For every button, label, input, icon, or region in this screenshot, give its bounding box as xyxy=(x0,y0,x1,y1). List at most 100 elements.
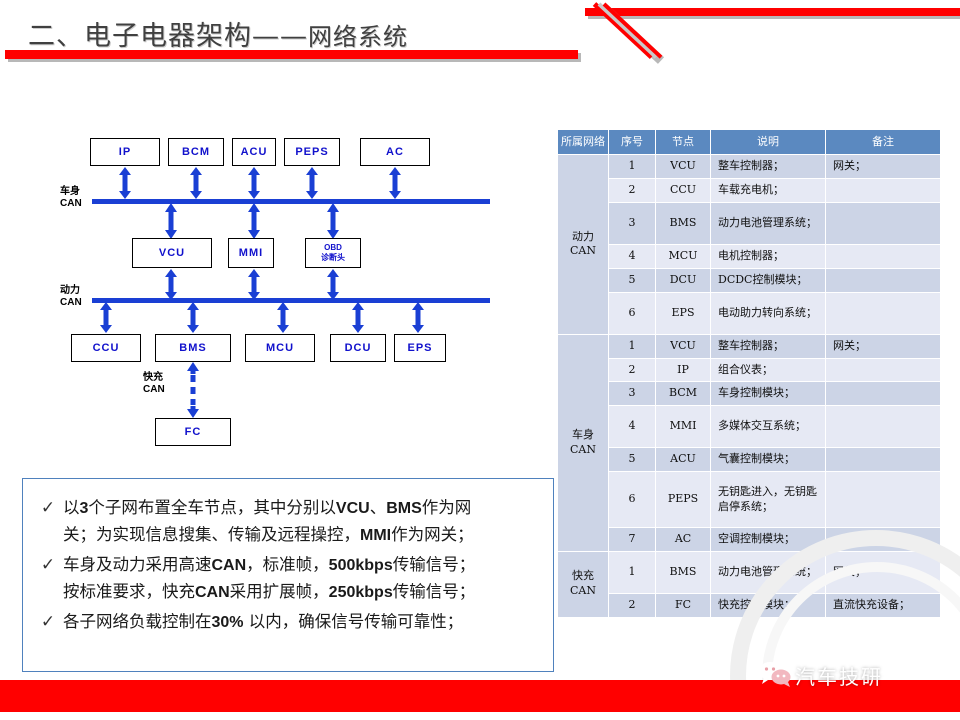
bullet-item-2: ✓ 车身及动力采用高速CAN，标准帧，500kbps传输信号； 按标准要求，快充… xyxy=(33,552,539,606)
table-row[interactable]: 3 BCM 车身控制模块； xyxy=(557,381,941,407)
cell-note xyxy=(825,471,941,529)
cell-node: CCU xyxy=(655,178,711,203)
node-acu[interactable]: ACU xyxy=(232,138,276,166)
body-can-label-line1: 车身 xyxy=(60,186,80,197)
power-can-label-line2: CAN xyxy=(60,296,82,308)
bullet-item-3-text: 各子网络负载控制在30% 以内，确保信号传输可靠性； xyxy=(63,609,463,636)
table-row[interactable]: 3 BMS 动力电池管理系统； xyxy=(557,201,941,245)
node-fc-label: FC xyxy=(184,426,202,438)
table-row[interactable]: 2 CCU 车载充电机； xyxy=(557,178,941,203)
node-vcu[interactable]: VCU xyxy=(132,238,212,268)
b2-l2b: CAN xyxy=(195,583,230,601)
cell-note xyxy=(825,405,941,449)
cell-note: 网关； xyxy=(825,333,941,359)
arrow-vcu-to-power-can xyxy=(165,269,177,300)
cell-index: 3 xyxy=(608,201,656,245)
b2-l2a: 按标准要求，快充 xyxy=(63,581,195,601)
arrow-ac-to-body-can xyxy=(389,167,401,199)
node-acu-label: ACU xyxy=(240,146,268,158)
node-ccu[interactable]: CCU xyxy=(71,334,141,362)
arrow-body-can-to-vcu xyxy=(165,203,177,239)
group-body-line1: 车身 xyxy=(572,427,594,441)
b2-l1a: 车身及动力采用高速 xyxy=(63,554,212,574)
cell-desc: 无钥匙进入，无钥匙启停系统； xyxy=(710,471,826,529)
arrow-obd-to-power-can xyxy=(327,269,339,300)
network-node-table: 所属网络 序号 节点 说明 备注 动力 CAN 1 VCU 整车控制器； 网关；… xyxy=(557,128,941,618)
power-can-bus-label: 动力 CAN xyxy=(60,285,82,308)
arrow-fast-charge-can-dashed xyxy=(187,362,199,418)
node-mmi[interactable]: MMI xyxy=(228,238,274,268)
body-can-label-line2: CAN xyxy=(60,197,82,209)
arrow-mmi-to-power-can xyxy=(248,269,260,300)
node-fc[interactable]: FC xyxy=(155,418,231,446)
bullet-item-1: ✓ 以3个子网布置全车节点，其中分别以VCU、BMS作为网 关；为实现信息搜集、… xyxy=(33,495,539,549)
power-can-label-line1: 动力 xyxy=(60,285,80,296)
table-row[interactable]: 快充 CAN 1 BMS 动力电池管理系统； 网关； xyxy=(557,550,941,618)
table-row[interactable]: 4 MMI 多媒体交互系统； xyxy=(557,405,941,449)
b1-l2a: 关；为实现信息搜集、传输及远程操控， xyxy=(63,524,360,544)
b1-l2b: MMI xyxy=(360,526,392,544)
cell-note xyxy=(825,201,941,245)
cell-node: MMI xyxy=(655,405,711,449)
table-row[interactable]: 6 EPS 电动助力转向系统； xyxy=(557,291,941,335)
cell-node: VCU xyxy=(655,333,711,359)
node-peps[interactable]: PEPS xyxy=(284,138,340,166)
node-eps-label: EPS xyxy=(407,342,433,354)
node-ac[interactable]: AC xyxy=(360,138,430,166)
table-row[interactable]: 4 MCU 电机控制器； xyxy=(557,243,941,269)
table-row[interactable]: 5 DCU DCDC控制模块； xyxy=(557,267,941,293)
cell-index: 3 xyxy=(608,381,656,407)
node-eps[interactable]: EPS xyxy=(394,334,446,362)
node-ip[interactable]: IP xyxy=(90,138,160,166)
cell-node: PEPS xyxy=(655,471,711,529)
cell-note xyxy=(825,357,941,383)
node-bms-label: BMS xyxy=(179,342,207,354)
footer-brand-text: 汽车技研 xyxy=(795,665,883,689)
cell-desc: 快充控制模块； xyxy=(710,592,826,618)
b1-l1f: BMS xyxy=(386,500,422,517)
b3-l1b: 30% xyxy=(211,613,244,631)
table-row[interactable]: 动力 CAN 1 VCU 整车控制器； 网关； xyxy=(557,154,941,335)
table-row[interactable]: 车身 CAN 1 VCU 整车控制器； 网关； xyxy=(557,333,941,552)
node-obd-connector[interactable]: OBD 诊断头 xyxy=(305,238,361,268)
page-title-sub: 网络系统 xyxy=(308,23,408,51)
node-bms[interactable]: BMS xyxy=(155,334,231,362)
node-bcm[interactable]: BCM xyxy=(168,138,224,166)
cell-index: 1 xyxy=(608,550,656,594)
table-row[interactable]: 2 IP 组合仪表； xyxy=(557,357,941,383)
cell-desc: 车身控制模块； xyxy=(710,381,826,407)
arrow-power-can-to-mcu xyxy=(277,302,289,333)
cell-node: ACU xyxy=(655,447,711,473)
cell-index: 1 xyxy=(608,333,656,359)
node-dcu[interactable]: DCU xyxy=(330,334,386,362)
b2-l2e: 传输信号； xyxy=(392,581,476,601)
group-fast-line2: CAN xyxy=(570,584,596,598)
table-row[interactable]: 2 FC 快充控制模块； 直流快充设备； xyxy=(557,592,941,618)
arrow-peps-to-body-can xyxy=(306,167,318,199)
b1-l1g: 作为网 xyxy=(421,498,472,517)
group-cell-power-can: 动力 CAN xyxy=(557,154,609,335)
cell-index: 2 xyxy=(608,357,656,383)
b1-l2c: 作为网关； xyxy=(391,524,474,544)
cell-desc: 电动助力转向系统； xyxy=(710,291,826,335)
table-row[interactable]: 7 AC 空调控制模块； xyxy=(557,527,941,552)
table-row[interactable]: 6 PEPS 无钥匙进入，无钥匙启停系统； xyxy=(557,471,941,529)
body-can-bus-label: 车身 CAN xyxy=(60,186,82,209)
cell-index: 4 xyxy=(608,243,656,269)
cell-note xyxy=(825,291,941,335)
table-row[interactable]: 5 ACU 气囊控制模块； xyxy=(557,447,941,473)
cell-node: EPS xyxy=(655,291,711,335)
cell-desc: 动力电池管理系统； xyxy=(710,201,826,245)
wechat-icon xyxy=(759,662,791,687)
cell-index: 2 xyxy=(608,178,656,203)
cell-node: BMS xyxy=(655,550,711,594)
cell-index: 5 xyxy=(608,447,656,473)
cell-note xyxy=(825,527,941,552)
cell-desc: 电机控制器； xyxy=(710,243,826,269)
cell-desc: 整车控制器； xyxy=(710,154,826,180)
cell-node: FC xyxy=(655,592,711,618)
node-mcu[interactable]: MCU xyxy=(245,334,315,362)
b1-l1e: 、 xyxy=(369,498,387,517)
b1-l1c: 个子网布置全车节点，其中分别以 xyxy=(88,498,336,517)
checkmark-icon: ✓ xyxy=(40,611,56,632)
